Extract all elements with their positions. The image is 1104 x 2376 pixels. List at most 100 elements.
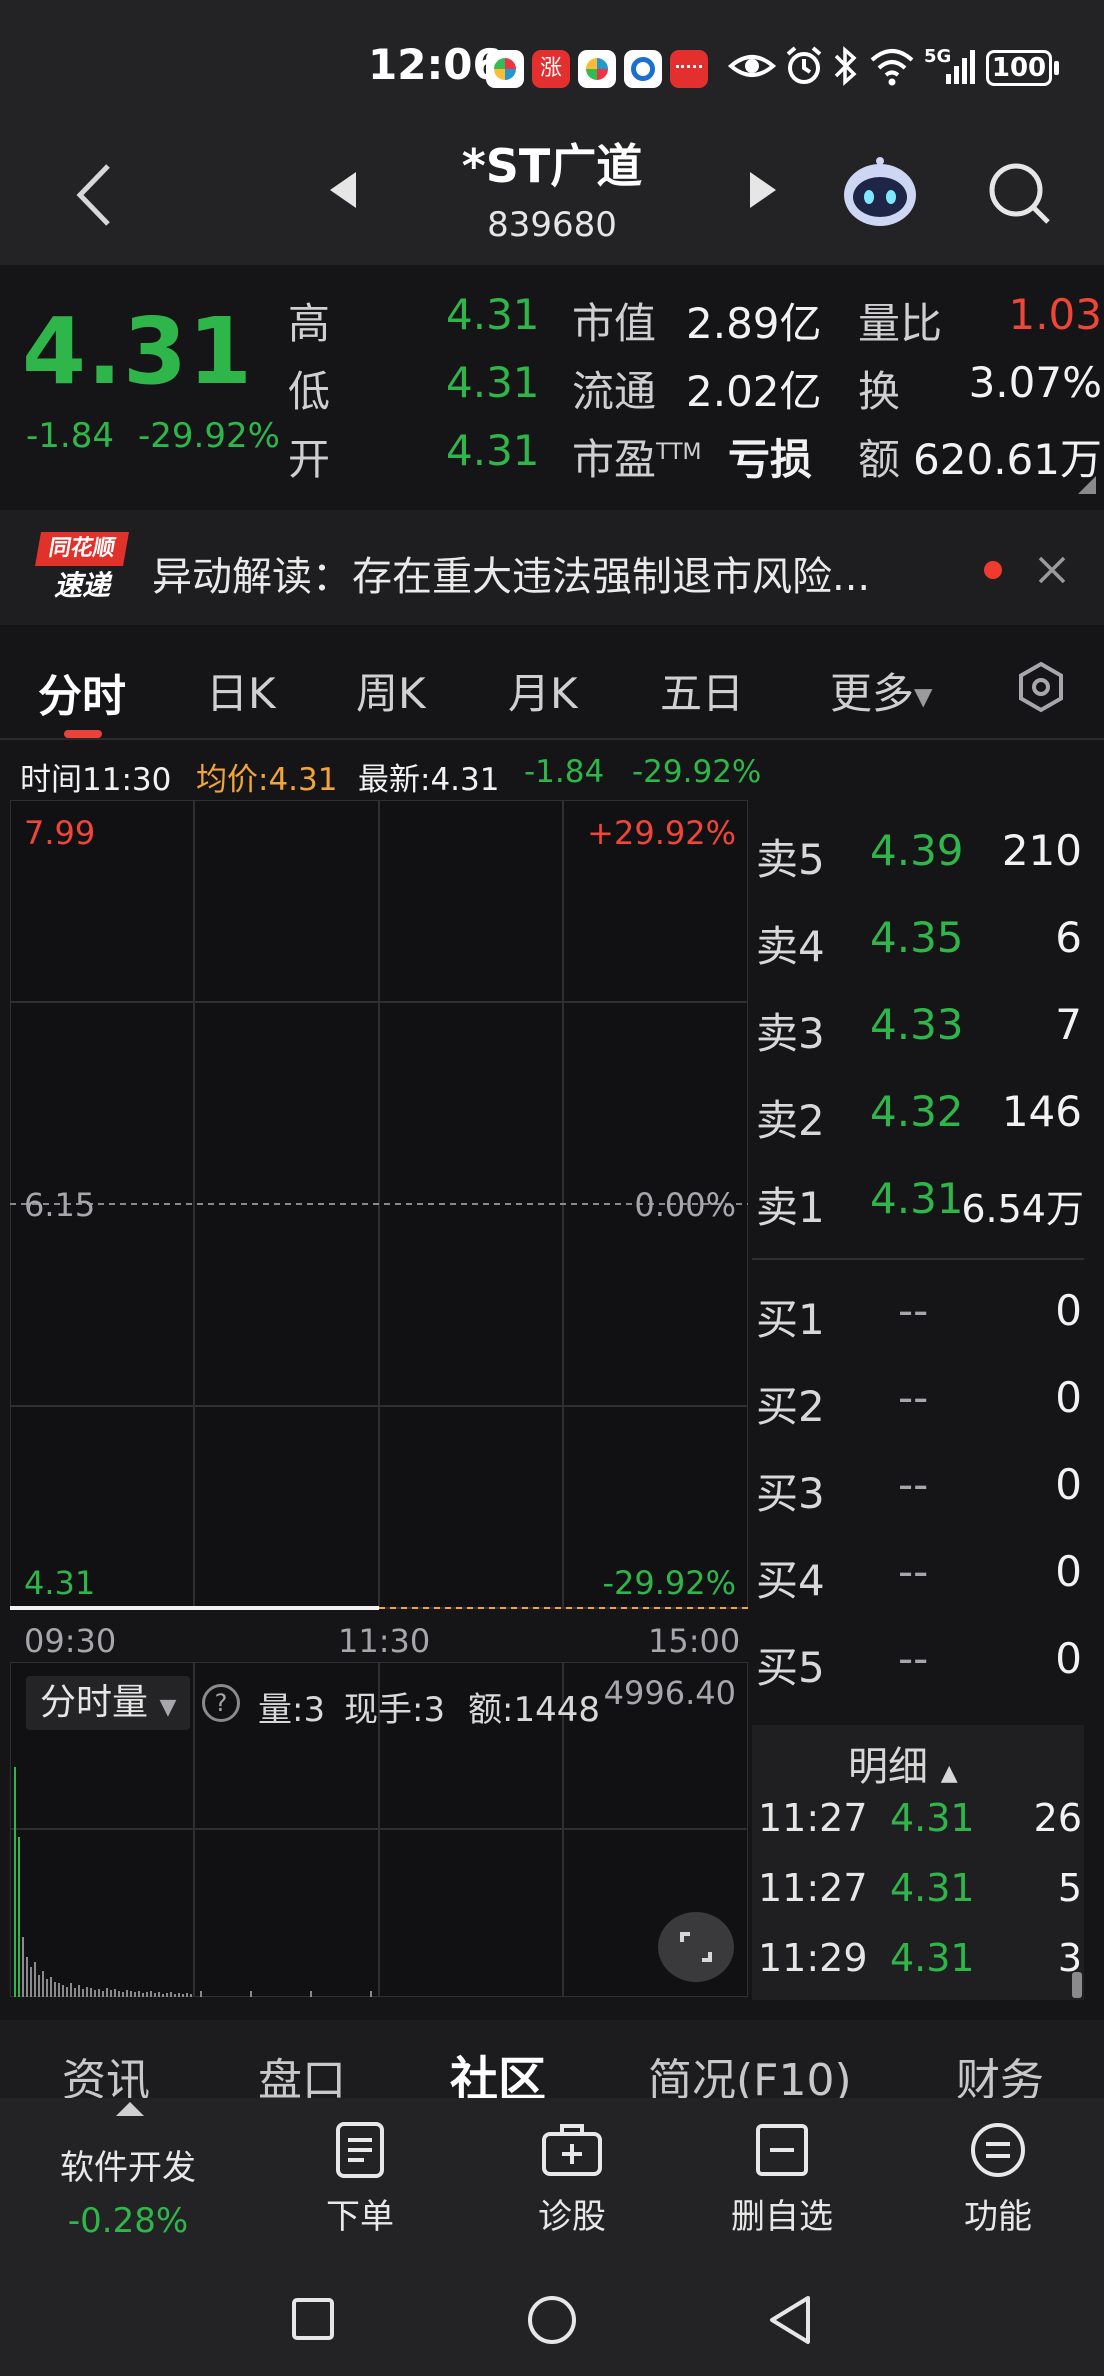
- volume-bar: [150, 1991, 152, 1997]
- ask2-label: 卖2: [756, 1096, 825, 1145]
- trade-price: 4.31: [890, 1866, 975, 1910]
- bid2-label: 买2: [756, 1382, 825, 1431]
- ask5-price[interactable]: 4.39: [870, 826, 964, 875]
- volume-bar: [34, 1962, 36, 1997]
- wifi-icon: [868, 44, 916, 88]
- status-time: 12:06: [368, 40, 502, 89]
- volume-value: 量:3: [258, 1690, 326, 1730]
- help-glyph: ?: [214, 1689, 228, 1717]
- volume-bar: [78, 1985, 80, 1997]
- expand-icon: [680, 1932, 712, 1962]
- volume-bar: [130, 1991, 132, 1997]
- tab-profile-f10[interactable]: 简况(F10): [648, 2044, 852, 2100]
- robot-icon: [844, 157, 916, 226]
- volume-bar: [54, 1982, 56, 1997]
- sector-name: 软件开发: [60, 2148, 196, 2188]
- tab-community[interactable]: 社区: [450, 2040, 546, 2100]
- functions-button[interactable]: 功能: [928, 2120, 1068, 2238]
- fullscreen-button[interactable]: [658, 1912, 734, 1982]
- price-change-pct: -29.92%: [138, 416, 280, 456]
- battery-tip: [1054, 61, 1059, 75]
- sector-change-pct: -0.28%: [67, 2201, 189, 2241]
- tab-news[interactable]: 资讯: [62, 2044, 150, 2100]
- volume-bar: [138, 1991, 140, 1997]
- bid5-price[interactable]: --: [898, 1634, 928, 1683]
- current-price: 4.31: [22, 298, 253, 405]
- tab-more[interactable]: 更多▼: [830, 660, 932, 721]
- recent-apps-button[interactable]: [290, 2296, 336, 2346]
- volume-bar: [26, 1957, 28, 1997]
- expand-corner-icon[interactable]: [1078, 476, 1096, 494]
- news-close-button[interactable]: [1036, 554, 1068, 590]
- volume-bar: [146, 1992, 148, 1997]
- tab-daily-k[interactable]: 日K: [206, 660, 276, 721]
- intraday-chart[interactable]: 7.99 +29.92% 6.15 0.00% 4.31 -29.92%: [9, 799, 749, 1620]
- volume-bar: [90, 1988, 92, 1997]
- ask2-price[interactable]: 4.32: [870, 1087, 964, 1136]
- ask4-label: 卖4: [756, 922, 825, 971]
- volume-bar: [174, 1994, 176, 1997]
- pe-label: 市盈TTM: [572, 426, 702, 487]
- square-icon: [292, 2298, 334, 2340]
- tab-five-day[interactable]: 五日: [660, 660, 744, 721]
- ask4-price[interactable]: 4.35: [870, 913, 964, 962]
- ask1-label: 卖1: [756, 1183, 825, 1232]
- diagnose-button[interactable]: 诊股: [502, 2120, 642, 2238]
- next-stock-button[interactable]: [748, 170, 778, 214]
- bid3-price[interactable]: --: [898, 1460, 928, 1509]
- volume-bar: [42, 1971, 44, 1997]
- volume-indicator-label: 分时量: [40, 1682, 149, 1723]
- order-button[interactable]: 下单: [290, 2120, 430, 2238]
- bid1-price[interactable]: --: [898, 1286, 928, 1335]
- menu-circle-icon: [971, 2123, 1025, 2177]
- price-change: -1.84: [26, 416, 114, 456]
- bid4-price[interactable]: --: [898, 1547, 928, 1596]
- volume-bar: [114, 1989, 116, 1997]
- pe-label-text: 市盈: [572, 435, 657, 484]
- app-icon: 涨: [532, 50, 570, 88]
- ask5-label: 卖5: [756, 835, 825, 884]
- stock-name: *ST广道: [461, 139, 643, 193]
- chart-settings-button[interactable]: [1014, 660, 1068, 718]
- trade-detail-title[interactable]: 明细 ▲: [848, 1734, 958, 1792]
- app-icon: [670, 50, 708, 88]
- tab-level2[interactable]: 盘口: [258, 2044, 346, 2100]
- order-label: 下单: [326, 2197, 394, 2237]
- volume-bar: [106, 1988, 108, 1997]
- order-document-icon: [336, 2122, 384, 2178]
- open-label: 开: [288, 435, 331, 484]
- volume-bar: [50, 1977, 52, 1997]
- volume-bar: [18, 1837, 20, 1997]
- tab-finance[interactable]: 财务: [956, 2044, 1044, 2100]
- bid2-price[interactable]: --: [898, 1373, 928, 1422]
- tab-intraday[interactable]: 分时: [38, 660, 126, 724]
- mcap-value: 2.89亿: [686, 299, 822, 348]
- ask1-price[interactable]: 4.31: [870, 1174, 964, 1223]
- pe-ttm: TTM: [656, 440, 702, 465]
- home-button[interactable]: [526, 2294, 578, 2350]
- diagnose-label: 诊股: [538, 2197, 606, 2237]
- volume-indicator-select[interactable]: 分时量 ▼: [26, 1676, 191, 1730]
- ask3-price[interactable]: 4.33: [870, 1000, 964, 1049]
- back-nav-button[interactable]: [766, 2294, 814, 2350]
- sector-button[interactable]: 软件开发 -0.28%: [30, 2140, 226, 2241]
- detail-scrollbar[interactable]: [1072, 1972, 1082, 1998]
- volume-bar: [122, 1992, 124, 1997]
- tab-monthly-k[interactable]: 月K: [508, 660, 578, 721]
- news-text[interactable]: 异动解读：存在重大违法强制退市风险...: [152, 544, 952, 602]
- signal-icon: [924, 44, 976, 88]
- tab-weekly-k[interactable]: 周K: [356, 660, 426, 721]
- volume-bar: [82, 1989, 84, 1997]
- circle-icon: [528, 2296, 576, 2344]
- volume-chart[interactable]: 分时量 ▼ ? 量:3 现手:3 额:1448 4996.40: [9, 1661, 749, 1998]
- volume-bar: [370, 1991, 372, 1997]
- caret-down-icon: ▼: [914, 682, 933, 711]
- help-icon[interactable]: ?: [202, 1684, 240, 1722]
- volume-ratio-value: 1.03: [1008, 290, 1102, 339]
- remove-square-icon: [756, 2124, 808, 2176]
- robot-assistant-button[interactable]: [840, 155, 920, 233]
- remove-watchlist-button[interactable]: 删自选: [712, 2120, 852, 2238]
- volume-bar: [94, 1990, 96, 1997]
- volume-bar: [170, 1992, 172, 1997]
- search-button[interactable]: [984, 158, 1054, 232]
